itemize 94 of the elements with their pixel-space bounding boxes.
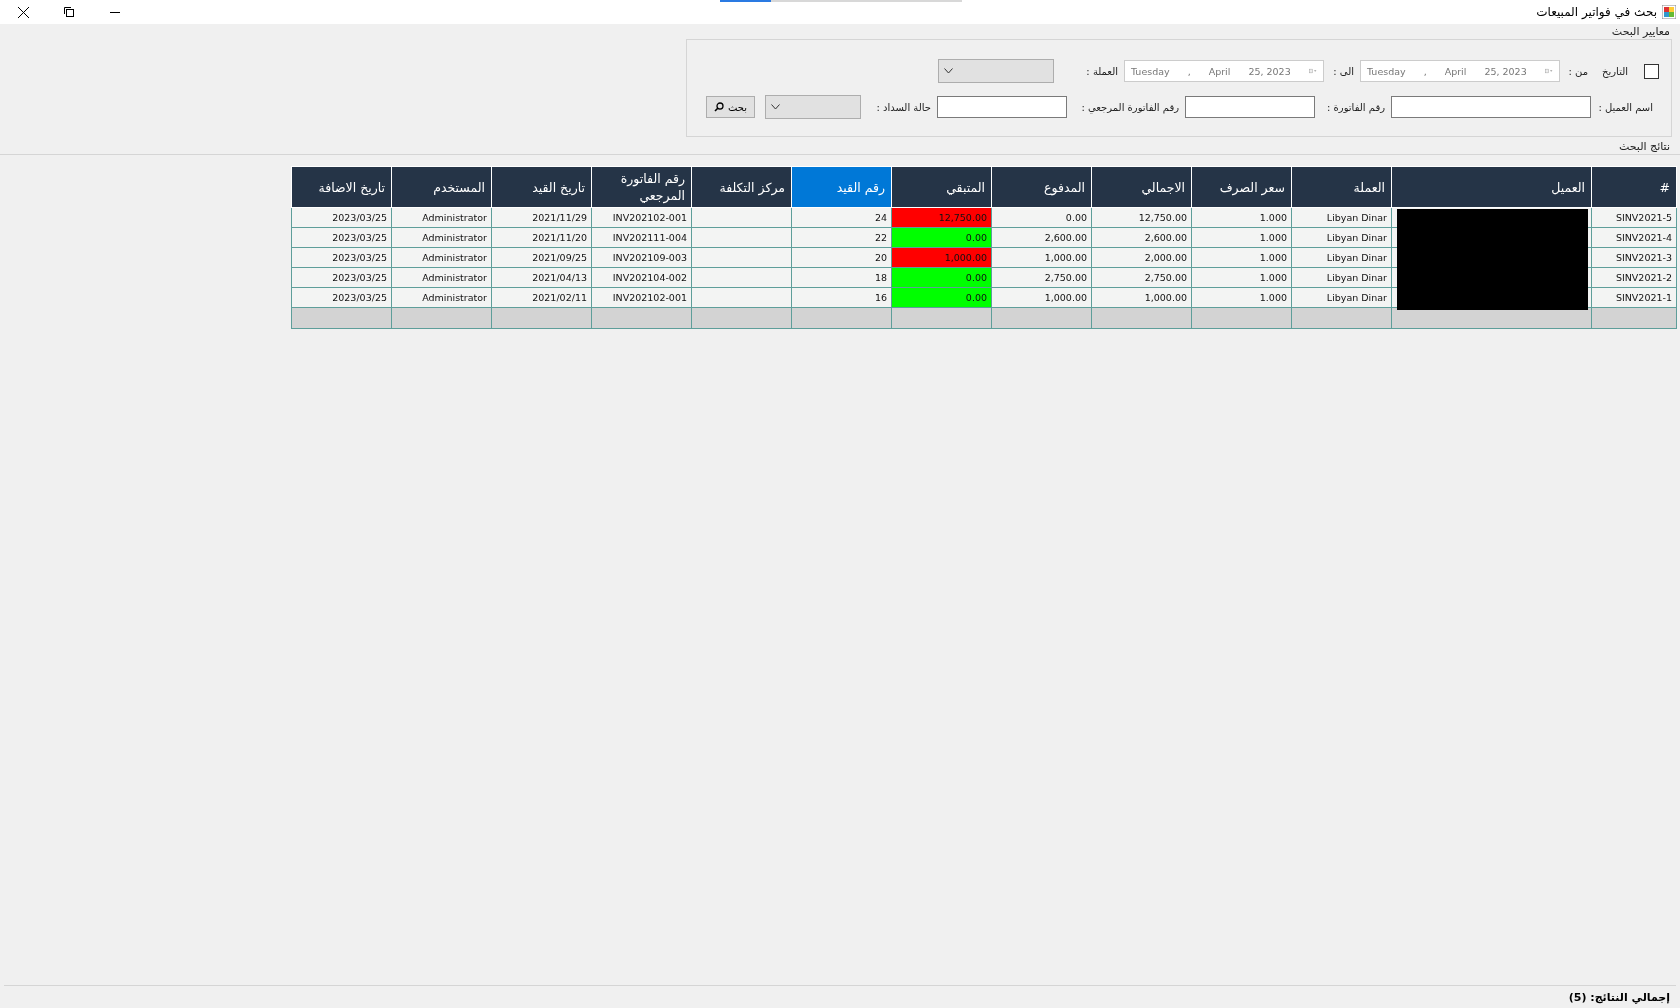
table-cell: 0.00	[891, 267, 992, 288]
results-total: إجمالي النتائج: (5)	[1568, 990, 1670, 1004]
table-cell: Administrator	[391, 247, 492, 268]
table-cell: 1,000.00	[991, 287, 1092, 308]
window-title: بحث في فواتير المبيعات	[1536, 5, 1657, 19]
table-cell: Libyan Dinar	[1291, 227, 1392, 248]
column-header[interactable]: الاجمالي	[1091, 166, 1192, 208]
table-cell: 22	[791, 227, 892, 248]
table-cell: Libyan Dinar	[1291, 247, 1392, 268]
group-legend: نتائج البحث	[1618, 139, 1680, 154]
table-cell: INV202111-004	[591, 227, 692, 248]
table-cell: 2023/03/25	[291, 247, 392, 268]
table-cell: 12,750.00	[1091, 207, 1192, 228]
table-cell: 20	[791, 247, 892, 268]
table-cell: 24	[791, 207, 892, 228]
app-icon	[1662, 5, 1676, 19]
table-cell: INV202109-003	[591, 247, 692, 268]
table-cell: SINV2021-4	[1591, 227, 1677, 248]
table-cell: 2021/11/20	[491, 227, 592, 248]
table-cell: Administrator	[391, 207, 492, 228]
table-cell: INV202102-001	[591, 287, 692, 308]
field-label: حالة السداد :	[875, 101, 932, 113]
table-cell: SINV2021-3	[1591, 247, 1677, 268]
table-cell: SINV2021-1	[1591, 287, 1677, 308]
table-cell: 2023/03/25	[291, 267, 392, 288]
table-cell: 18	[791, 267, 892, 288]
field-label: اسم العميل :	[1597, 101, 1654, 113]
column-header[interactable]: تاريخ القيد	[491, 166, 592, 208]
column-header[interactable]: رقم القيد	[791, 166, 892, 208]
field-label: رقم الفاتورة :	[1326, 101, 1386, 113]
table-cell: 2021/02/11	[491, 287, 592, 308]
table-cell: 1,000.00	[991, 247, 1092, 268]
column-header[interactable]: #	[1591, 166, 1677, 208]
column-header[interactable]: سعر الصرف	[1191, 166, 1292, 208]
calendar-dropdown-icon	[1544, 66, 1553, 76]
column-header[interactable]: المدفوع	[991, 166, 1092, 208]
table-cell: 2,750.00	[991, 267, 1092, 288]
table-cell: Libyan Dinar	[1291, 287, 1392, 308]
table-cell: 1.000	[1191, 267, 1292, 288]
calendar-dropdown-icon	[1308, 66, 1317, 76]
table-cell: Libyan Dinar	[1291, 267, 1392, 288]
field-label: رقم الفاتورة المرجعي :	[1080, 101, 1180, 113]
table-cell: 2021/04/13	[491, 267, 592, 288]
table-cell: 2,750.00	[1091, 267, 1192, 288]
table-cell: Administrator	[391, 287, 492, 308]
table-cell: SINV2021-2	[1591, 267, 1677, 288]
table-cell: 1.000	[1191, 207, 1292, 228]
table-cell: 1.000	[1191, 247, 1292, 268]
column-header[interactable]: العميل	[1391, 166, 1592, 208]
column-header[interactable]: المتبقي	[891, 166, 992, 208]
invoice-number-field[interactable]	[1185, 96, 1315, 118]
table-cell: 2021/09/25	[491, 247, 592, 268]
table-cell: 1.000	[1191, 287, 1292, 308]
search-button[interactable]: بحث	[706, 96, 755, 118]
table-cell: 0.00	[891, 287, 992, 308]
column-header[interactable]: العملة	[1291, 166, 1392, 208]
table-cell: 2,600.00	[991, 227, 1092, 248]
search-icon	[713, 102, 724, 112]
restore-icon	[64, 7, 74, 17]
minimize-icon	[110, 11, 120, 13]
field-label: من :	[1567, 65, 1589, 77]
customer-name-field[interactable]	[1391, 96, 1591, 118]
column-header[interactable]: تاريخ الاضافة	[291, 166, 392, 208]
table-cell: 2023/03/25	[291, 227, 392, 248]
chevron-down-icon	[944, 68, 953, 74]
table-cell: INV202102-001	[591, 207, 692, 228]
table-cell: 1,000.00	[891, 247, 992, 268]
table-cell: Libyan Dinar	[1291, 207, 1392, 228]
table-cell: INV202104-002	[591, 267, 692, 288]
table-cell: 12,750.00	[891, 207, 992, 228]
table-cell: Administrator	[391, 267, 492, 288]
table-cell: Administrator	[391, 227, 492, 248]
checkbox[interactable]	[1644, 63, 1659, 79]
field-label: الى :	[1332, 65, 1355, 77]
group-legend: معايير البحث	[1611, 24, 1680, 39]
table-cell: 2023/03/25	[291, 207, 392, 228]
table-cell: 1.000	[1191, 227, 1292, 248]
column-header[interactable]: مركز التكلفة	[691, 166, 792, 208]
chevron-down-icon	[771, 104, 780, 110]
table-cell: 2,000.00	[1091, 247, 1192, 268]
table-cell: 0.00	[991, 207, 1092, 228]
table-cell: SINV2021-5	[1591, 207, 1677, 228]
table-cell: 2023/03/25	[291, 287, 392, 308]
column-header[interactable]: المستخدم	[391, 166, 492, 208]
table-cell: 1,000.00	[1091, 287, 1192, 308]
reference-invoice-field[interactable]	[937, 96, 1067, 118]
field-label: العملة :	[1085, 65, 1119, 77]
close-icon	[17, 6, 29, 18]
field-label: التاريخ	[1601, 65, 1629, 77]
table-cell: 0.00	[891, 227, 992, 248]
table-cell: 2021/11/29	[491, 207, 592, 228]
table-cell: 2,600.00	[1091, 227, 1192, 248]
column-header[interactable]: رقم الفاتورة المرجعي	[591, 166, 692, 208]
table-cell: 16	[791, 287, 892, 308]
